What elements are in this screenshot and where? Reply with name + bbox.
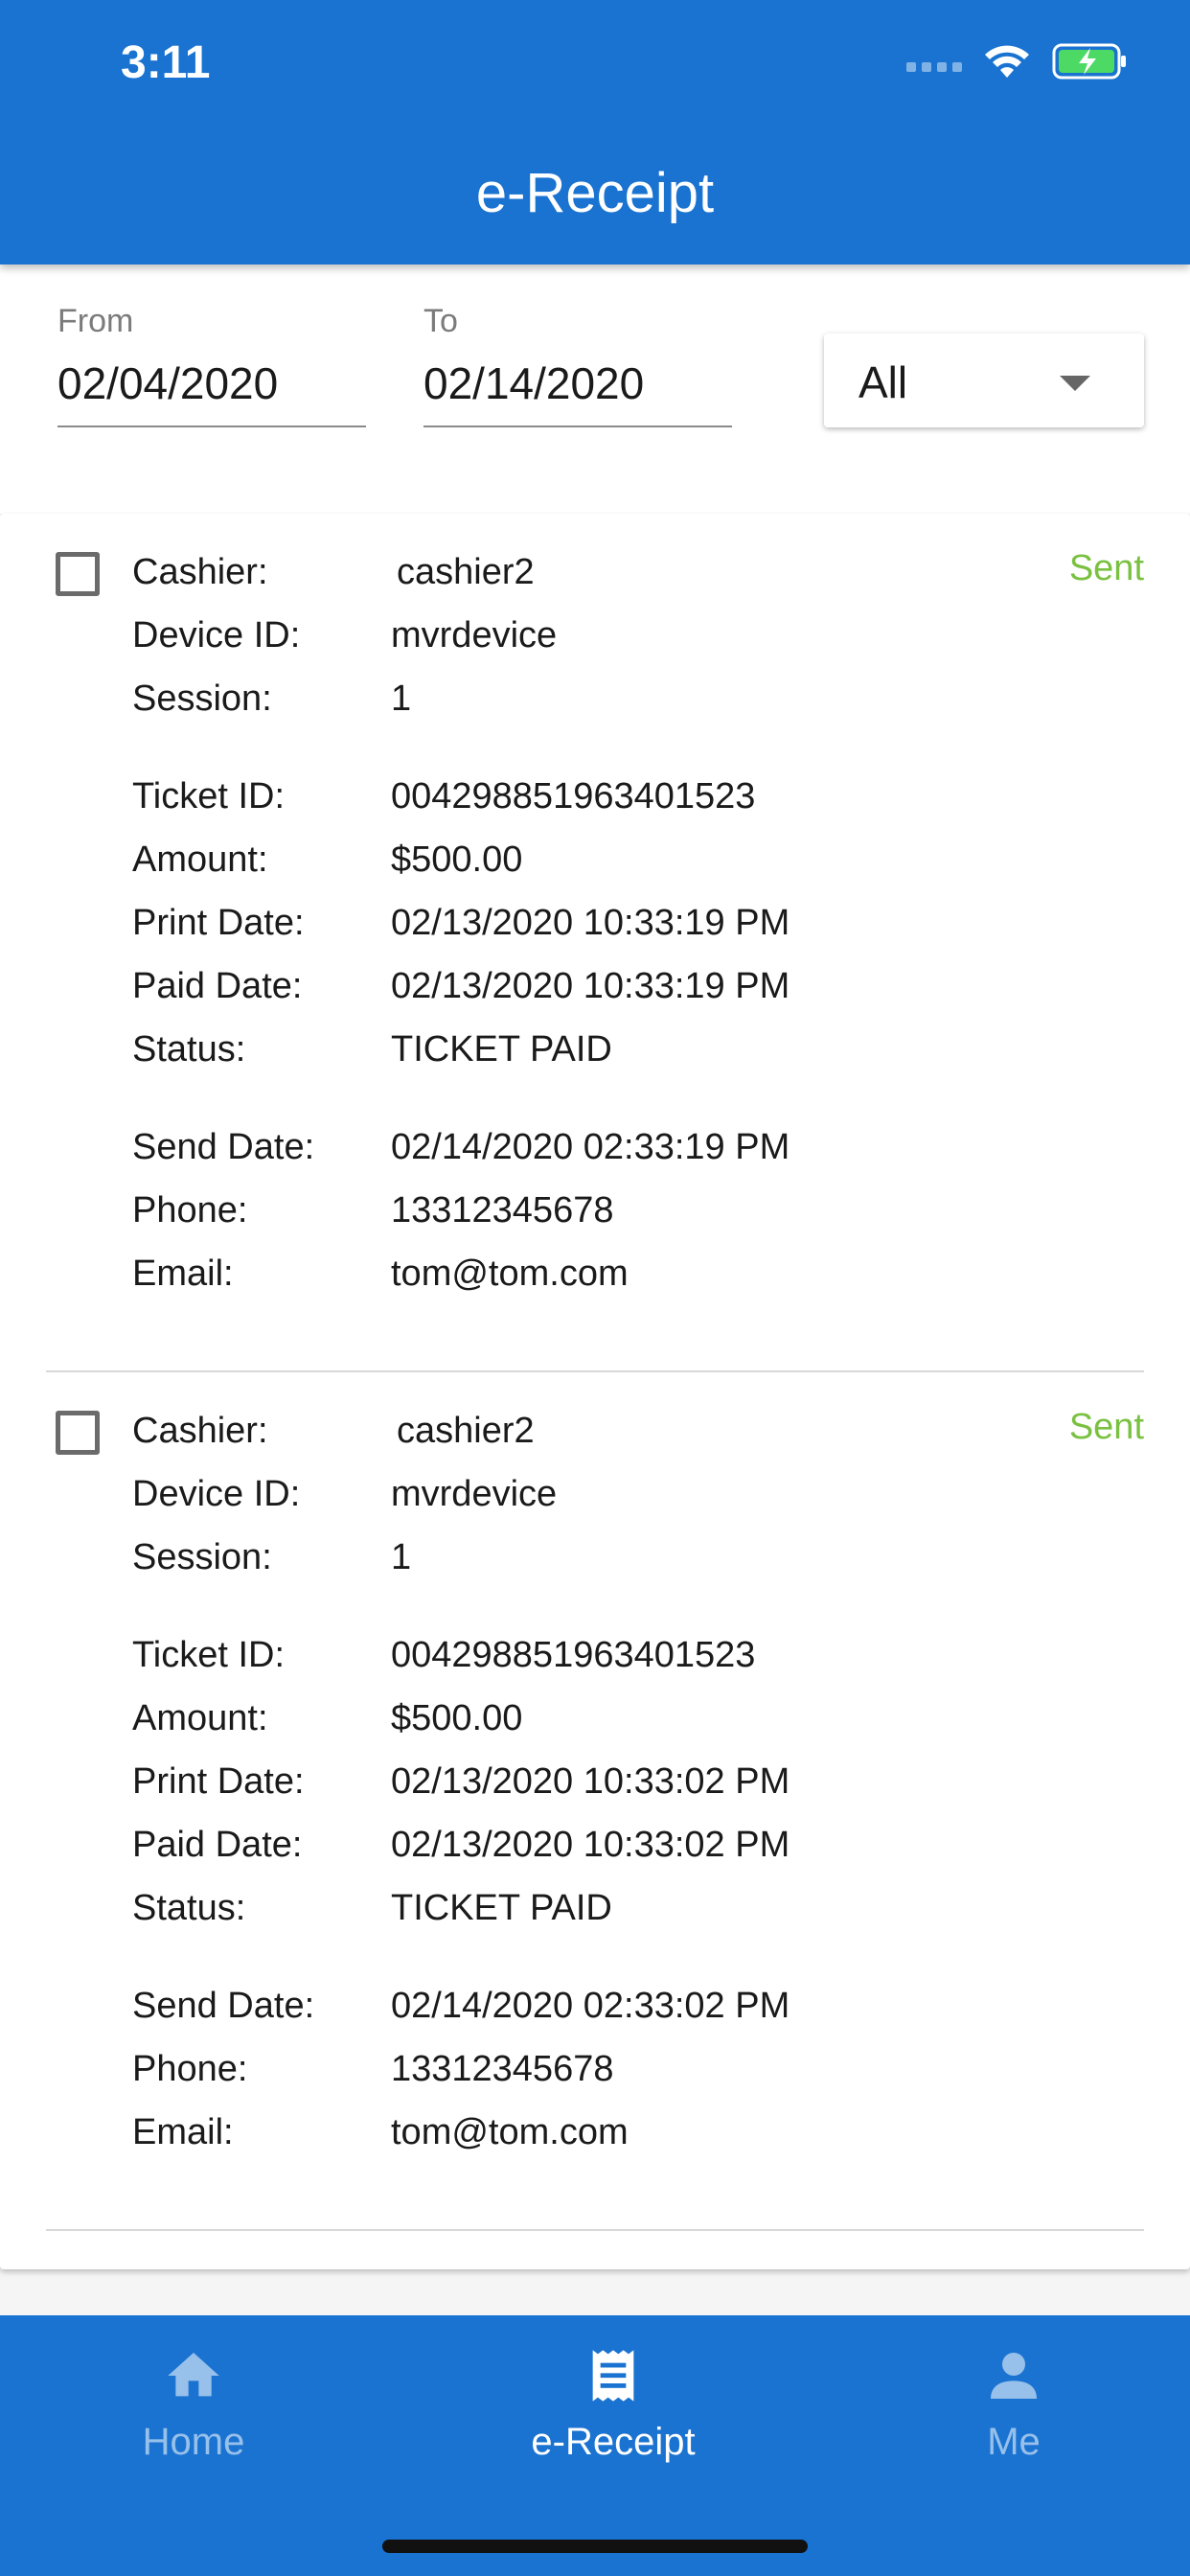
phone-label: Phone: (132, 1190, 248, 1230)
amount-label: Amount: (132, 1698, 268, 1738)
amount-value: $500.00 (391, 1698, 523, 1738)
receipt-select-checkbox[interactable] (56, 552, 100, 596)
cashier-label: Cashier: (132, 1411, 268, 1451)
send-date-label: Send Date: (132, 1986, 315, 2026)
date-filter-bar: From 02/04/2020 To 02/14/2020 All (0, 264, 1190, 514)
battery-charging-icon (1052, 43, 1126, 80)
receipt-card: Sent Cashier: cashier2 Device ID: mvrdevic… (0, 514, 1190, 1372)
nav-label-home: Home (142, 2421, 245, 2463)
phone-value: 13312345678 (391, 1190, 614, 1230)
page-title: e-Receipt (475, 162, 715, 224)
status-filter-value: All (858, 357, 908, 407)
device-id-label: Device ID: (132, 1474, 301, 1514)
session-value: 1 (391, 678, 412, 719)
cashier-value: cashier2 (397, 552, 535, 592)
paid-date-label: Paid Date: (132, 966, 303, 1006)
to-date-label: To (423, 303, 458, 339)
dropdown-arrow-icon (1060, 376, 1090, 391)
receipt-icon (592, 2350, 634, 2402)
ticket-id-label: Ticket ID: (132, 1635, 286, 1675)
ticket-id-value: 004298851963401523 (391, 776, 756, 816)
bottom-navigation: Home e-Receipt Me (0, 2315, 1190, 2576)
receipt-state-badge: Sent (1068, 1407, 1144, 1447)
ticket-status-label: Status: (132, 1029, 246, 1070)
email-label: Email: (132, 1254, 234, 1294)
session-value: 1 (391, 1537, 412, 1577)
nav-tab-me[interactable]: Me (870, 2342, 1157, 2464)
receipt-card: Sent Cashier: cashier2 Device ID: mvrdevic… (0, 1372, 1190, 2231)
nav-label-e-receipt: e-Receipt (531, 2421, 696, 2463)
device-id-value: mvrdevice (391, 615, 558, 656)
paid-date-label: Paid Date: (132, 1825, 303, 1865)
ticket-status-value: TICKET PAID (391, 1888, 612, 1928)
receipt-list: Sent Cashier: cashier2 Device ID: mvrdevic… (0, 514, 1190, 2269)
cashier-value: cashier2 (397, 1411, 535, 1451)
phone-value: 13312345678 (391, 2049, 614, 2089)
send-date-value: 02/14/2020 02:33:19 PM (391, 1127, 790, 1167)
print-date-label: Print Date: (132, 903, 305, 943)
cashier-label: Cashier: (132, 552, 268, 592)
nav-tab-home[interactable]: Home (50, 2342, 337, 2464)
amount-label: Amount: (132, 840, 268, 880)
paid-date-value: 02/13/2020 10:33:02 PM (391, 1825, 790, 1865)
ticket-status-value: TICKET PAID (391, 1029, 612, 1070)
from-date-value: 02/04/2020 (57, 358, 279, 408)
print-date-value: 02/13/2020 10:33:02 PM (391, 1761, 790, 1802)
email-label: Email: (132, 2112, 234, 2152)
status-bar-icons (906, 42, 1129, 80)
to-date-value: 02/14/2020 (423, 358, 645, 408)
nav-tab-e-receipt[interactable]: e-Receipt (469, 2342, 757, 2464)
from-date-label: From (57, 303, 134, 339)
email-value: tom@tom.com (391, 2112, 629, 2152)
wifi-icon (985, 45, 1029, 78)
send-date-label: Send Date: (132, 1127, 315, 1167)
status-filter-dropdown[interactable]: All (824, 334, 1144, 427)
cellular-signal-icon (906, 62, 962, 72)
home-icon (168, 2353, 219, 2397)
app-header: 3:11 e-Receipt (0, 0, 1190, 264)
receipt-select-checkbox[interactable] (56, 1411, 100, 1455)
paid-date-value: 02/13/2020 10:33:19 PM (391, 966, 790, 1006)
card-divider (46, 2229, 1144, 2231)
session-label: Session: (132, 678, 272, 719)
receipt-state-badge: Sent (1068, 548, 1144, 588)
ticket-id-value: 004298851963401523 (391, 1635, 756, 1675)
person-icon (991, 2353, 1037, 2399)
amount-value: $500.00 (391, 840, 523, 880)
send-date-value: 02/14/2020 02:33:02 PM (391, 1986, 790, 2026)
ticket-status-label: Status: (132, 1888, 246, 1928)
print-date-value: 02/13/2020 10:33:19 PM (391, 903, 790, 943)
print-date-label: Print Date: (132, 1761, 305, 1802)
email-value: tom@tom.com (391, 1254, 629, 1294)
status-bar-time: 3:11 (121, 37, 211, 88)
phone-label: Phone: (132, 2049, 248, 2089)
from-date-field[interactable]: From 02/04/2020 (57, 303, 366, 427)
session-label: Session: (132, 1537, 272, 1577)
ticket-id-label: Ticket ID: (132, 776, 286, 816)
home-indicator (382, 2540, 808, 2553)
to-date-field[interactable]: To 02/14/2020 (423, 303, 732, 427)
device-id-label: Device ID: (132, 615, 301, 656)
nav-label-me: Me (987, 2421, 1041, 2463)
device-id-value: mvrdevice (391, 1474, 558, 1514)
